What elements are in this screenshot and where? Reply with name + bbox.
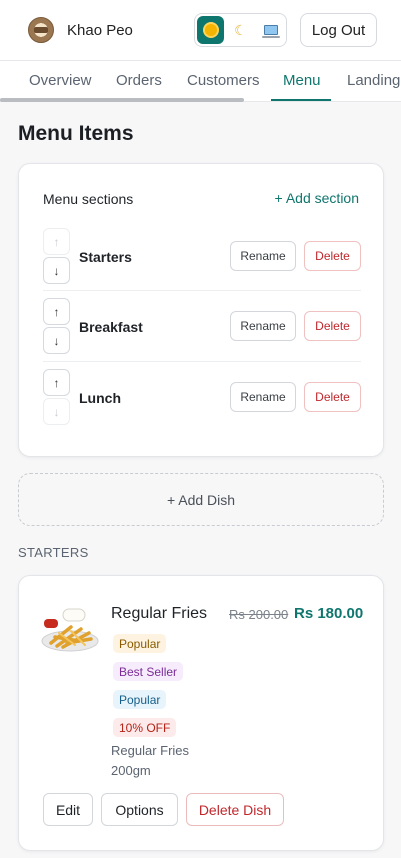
dish-card: Regular Fries Rs 200.00 Rs 180.00 Popula…: [18, 575, 384, 851]
tabs-scrollbar[interactable]: [0, 98, 244, 102]
tab-landing[interactable]: Landing: [347, 61, 400, 101]
row-divider: [43, 290, 361, 291]
logout-button[interactable]: Log Out: [300, 13, 377, 47]
badge-popular: Popular: [113, 634, 167, 653]
laptop-icon: [261, 25, 280, 38]
section-row-starters: ↑ ↓ Starters Rename Delete: [43, 228, 361, 286]
dish-description: Regular Fries: [111, 743, 190, 758]
theme-system-button[interactable]: [257, 16, 284, 44]
dish-name: Regular Fries: [111, 605, 208, 622]
section-name: Lunch: [79, 390, 121, 406]
move-down-button[interactable]: ↓: [43, 398, 70, 425]
discounted-price: Rs 180.00: [294, 605, 364, 622]
move-up-button[interactable]: ↑: [43, 228, 70, 255]
sun-icon: [204, 24, 217, 36]
theme-dark-button[interactable]: ☾: [227, 16, 254, 44]
brand-logo: [28, 17, 54, 43]
add-section-button[interactable]: + Add section: [275, 190, 359, 206]
moon-icon: ☾: [234, 21, 247, 38]
row-divider: [43, 361, 361, 362]
delete-button[interactable]: Delete: [304, 382, 361, 412]
section-row-breakfast: ↑ ↓ Breakfast Rename Delete: [43, 298, 361, 356]
rename-button[interactable]: Rename: [230, 311, 296, 341]
menu-sections-title: Menu sections: [43, 191, 134, 207]
brand-name: Khao Peo: [67, 21, 133, 39]
tab-orders[interactable]: Orders: [116, 61, 162, 101]
badge-best-seller: Best Seller: [113, 662, 184, 681]
tab-menu[interactable]: Menu: [283, 61, 321, 101]
dish-portion: 200gm: [111, 763, 151, 778]
section-name: Breakfast: [79, 319, 143, 335]
theme-switcher: ☾: [194, 13, 287, 47]
nav-tabs: Overview Orders Customers Menu Landing: [0, 60, 401, 102]
page-title: Menu Items: [18, 122, 134, 145]
move-up-button[interactable]: ↑: [43, 369, 70, 396]
rename-button[interactable]: Rename: [230, 382, 296, 412]
delete-dish-button[interactable]: Delete Dish: [186, 793, 284, 826]
theme-light-button[interactable]: [197, 16, 224, 44]
original-price: Rs 200.00: [229, 607, 289, 622]
section-row-lunch: ↑ ↓ Lunch Rename Delete: [43, 369, 361, 427]
badge-discount: 10% OFF: [113, 718, 177, 737]
badge-popular: Popular: [113, 690, 167, 709]
add-dish-button[interactable]: + Add Dish: [18, 473, 384, 526]
menu-sections-card: Menu sections + Add section ↑ ↓ Starters…: [18, 163, 384, 457]
dish-image: [41, 608, 99, 652]
dish-options-button[interactable]: Options: [101, 793, 178, 826]
tab-customers[interactable]: Customers: [187, 61, 260, 101]
section-name: Starters: [79, 249, 132, 265]
delete-button[interactable]: Delete: [304, 241, 361, 271]
rename-button[interactable]: Rename: [230, 241, 296, 271]
tab-overview[interactable]: Overview: [29, 61, 92, 101]
move-down-button[interactable]: ↓: [43, 327, 70, 354]
delete-button[interactable]: Delete: [304, 311, 361, 341]
move-down-button[interactable]: ↓: [43, 257, 70, 284]
section-heading-starters: STARTERS: [18, 545, 89, 560]
move-up-button[interactable]: ↑: [43, 298, 70, 325]
edit-dish-button[interactable]: Edit: [43, 793, 93, 826]
